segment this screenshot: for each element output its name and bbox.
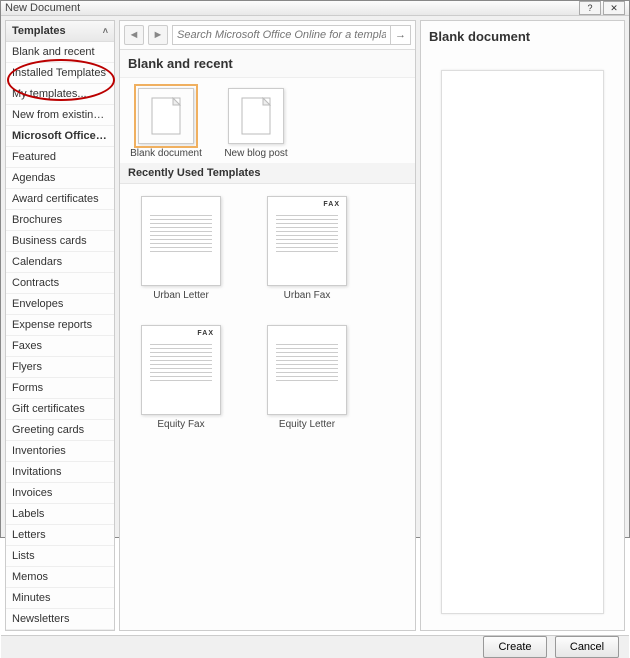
sidebar-item[interactable]: Inventories [6, 441, 114, 462]
chevron-up-icon: ˄ [103, 26, 108, 36]
template-label: Blank document [130, 148, 202, 159]
sidebar-item[interactable]: Contracts [6, 273, 114, 294]
help-button[interactable]: ? [579, 1, 601, 15]
template-item[interactable]: Blank document [130, 88, 202, 159]
page-icon [228, 88, 284, 144]
sidebar-item[interactable]: Award certificates [6, 189, 114, 210]
recent-template-item[interactable]: Urban Letter [136, 196, 226, 301]
sidebar-item[interactable]: Invoices [6, 483, 114, 504]
preview-page [441, 70, 604, 614]
titlebar: New Document ? ✕ [1, 1, 629, 16]
template-thumbnail: FAX [267, 196, 347, 286]
recent-templates-grid: Urban Letter FAX Urban Fax FAX Equity Fax Equ… [120, 184, 415, 442]
nav-forward-button[interactable]: ► [148, 25, 168, 45]
template-thumbnail [141, 196, 221, 286]
sidebar-item[interactable]: Greeting cards [6, 420, 114, 441]
nav-back-button[interactable]: ◄ [124, 25, 144, 45]
sidebar-item[interactable]: Installed Templates [6, 63, 114, 84]
sidebar-item[interactable]: Minutes [6, 588, 114, 609]
recent-heading: Recently Used Templates [120, 163, 415, 184]
create-button[interactable]: Create [483, 636, 547, 658]
sidebar-item[interactable]: Forms [6, 378, 114, 399]
recent-template-item[interactable]: FAX Equity Fax [136, 325, 226, 430]
page-icon [138, 88, 194, 144]
sidebar-item[interactable]: Agendas [6, 168, 114, 189]
template-thumbnail [267, 325, 347, 415]
sidebar-item[interactable]: Featured [6, 147, 114, 168]
sidebar-item[interactable]: Labels [6, 504, 114, 525]
sidebar-item[interactable]: Flyers [6, 357, 114, 378]
sidebar-item[interactable]: Newsletters [6, 609, 114, 630]
search-box: → [172, 25, 411, 45]
sidebar-item[interactable]: Business cards [6, 231, 114, 252]
sidebar-item[interactable]: Expense reports [6, 315, 114, 336]
blank-templates-row: Blank document New blog post [120, 78, 415, 163]
sidebar-item[interactable]: Invitations [6, 462, 114, 483]
sidebar-header[interactable]: Templates ˄ [6, 21, 114, 42]
preview-panel: Blank document [420, 20, 625, 631]
sidebar-list[interactable]: Blank and recentInstalled TemplatesMy te… [6, 42, 114, 630]
sidebar-item[interactable]: Microsoft Office Online [6, 126, 114, 147]
search-input[interactable] [173, 26, 390, 44]
sidebar-item[interactable]: Gift certificates [6, 399, 114, 420]
template-label: Urban Letter [136, 290, 226, 301]
main-heading: Blank and recent [120, 50, 415, 78]
recent-template-item[interactable]: FAX Urban Fax [262, 196, 352, 301]
template-label: Equity Letter [262, 419, 352, 430]
sidebar-item[interactable]: Envelopes [6, 294, 114, 315]
new-document-dialog: New Document ? ✕ Templates ˄ Blank and r… [0, 0, 630, 538]
sidebar-item[interactable]: Faxes [6, 336, 114, 357]
sidebar-item[interactable]: New from existing... [6, 105, 114, 126]
dialog-footer: Create Cancel [1, 635, 629, 658]
sidebar-item[interactable]: Memos [6, 567, 114, 588]
template-label: New blog post [220, 148, 292, 159]
cancel-button[interactable]: Cancel [555, 636, 619, 658]
sidebar-header-label: Templates [12, 25, 66, 37]
search-toolbar: ◄ ► → [120, 21, 415, 50]
sidebar-item[interactable]: My templates... [6, 84, 114, 105]
template-label: Urban Fax [262, 290, 352, 301]
template-thumbnail: FAX [141, 325, 221, 415]
recent-template-item[interactable]: Equity Letter [262, 325, 352, 430]
template-item[interactable]: New blog post [220, 88, 292, 159]
sidebar-item[interactable]: Blank and recent [6, 42, 114, 63]
search-go-button[interactable]: → [390, 26, 410, 44]
sidebar-item[interactable]: Brochures [6, 210, 114, 231]
templates-sidebar: Templates ˄ Blank and recentInstalled Te… [5, 20, 115, 631]
close-button[interactable]: ✕ [603, 1, 625, 15]
sidebar-item[interactable]: Lists [6, 546, 114, 567]
template-label: Equity Fax [136, 419, 226, 430]
window-title: New Document [5, 2, 80, 14]
sidebar-item[interactable]: Letters [6, 525, 114, 546]
preview-title: Blank document [427, 27, 618, 52]
sidebar-item[interactable]: Calendars [6, 252, 114, 273]
main-panel: ◄ ► → Blank and recent Blank document New… [119, 20, 416, 631]
